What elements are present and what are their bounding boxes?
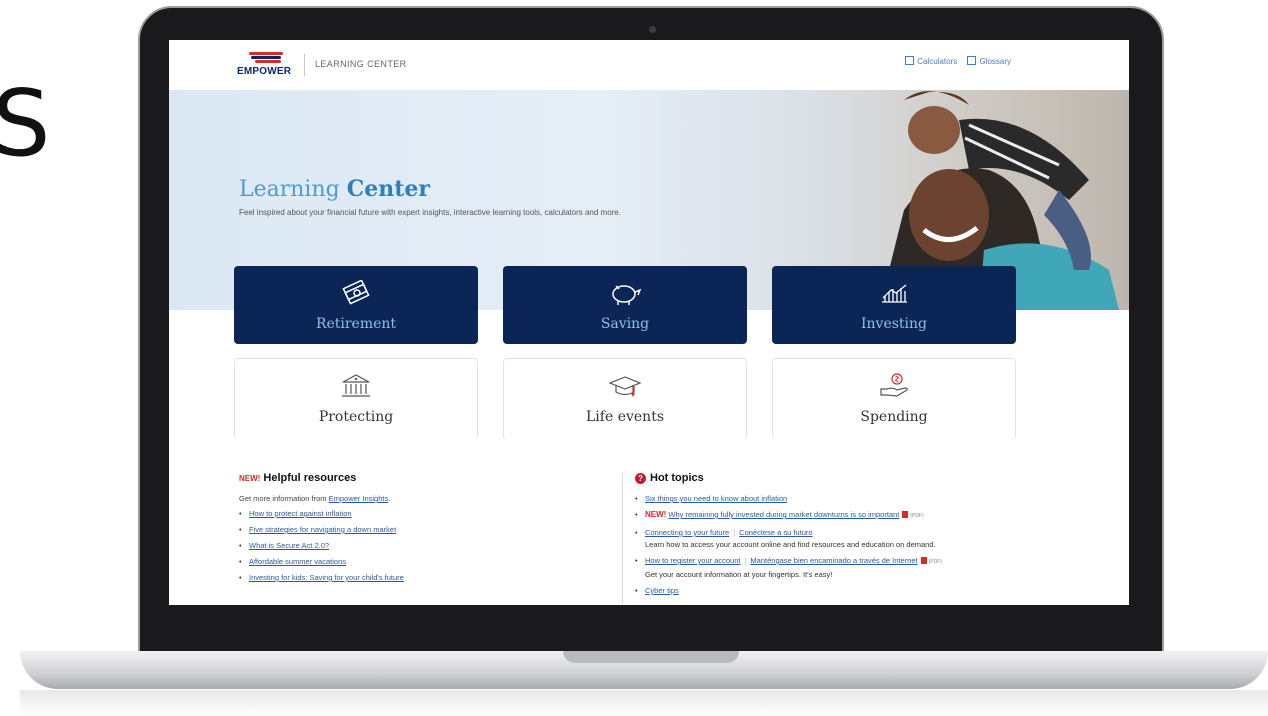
summer-vacations-link[interactable]: Affordable summer vacations [249, 557, 346, 566]
tile-label: Spending [860, 409, 928, 425]
tile-label: Retirement [315, 316, 397, 332]
empower-logo[interactable]: EMPOWER [237, 52, 295, 78]
fully-invested-link[interactable]: Why remaining fully invested during mark… [668, 510, 899, 519]
tile-life-events[interactable]: Life events [503, 358, 747, 440]
list-item: NEW! Why remaining fully invested during… [635, 510, 1055, 521]
laptop-notch [563, 651, 739, 663]
piggy-bank-icon [612, 285, 642, 305]
mantengase-link[interactable]: Manténgase bien encaminado a través de I… [750, 556, 917, 565]
list-item: How to register your account|Manténgase … [635, 556, 1055, 579]
list-item: What is Secure Act 2.0? [239, 541, 619, 550]
graduation-cap-icon [608, 376, 642, 397]
inflation-facts-link[interactable]: Six things you need to know about inflat… [645, 494, 787, 503]
empower-insights-link[interactable]: Empower Insights [329, 494, 389, 503]
list-item: Affordable summer vacations [239, 557, 619, 566]
laptop-reflection [20, 690, 1268, 716]
brand-name: EMPOWER [237, 66, 292, 77]
list-item: Cyber tips [635, 586, 1055, 595]
helpful-intro: Get more information from Empower Insigh… [239, 494, 391, 503]
flag-icon [247, 52, 283, 66]
question-icon: ? [635, 473, 646, 484]
bar-chart-icon [882, 284, 907, 303]
camera-icon [649, 26, 656, 33]
bank-building-icon [342, 374, 370, 397]
cyber-tips-link[interactable]: Cyber tips [645, 586, 679, 595]
calculators-link[interactable]: Calculators [905, 56, 957, 66]
item-description: Get your account information at your fin… [645, 570, 833, 579]
pdf-icon [902, 511, 909, 518]
tile-retirement[interactable]: Retirement [234, 266, 478, 344]
conectese-futuro-link[interactable]: Conéctese a su futuro [739, 528, 812, 537]
hot-topics: ?Hot topics Six things you need to know … [635, 472, 1055, 602]
new-badge: NEW! [645, 510, 667, 519]
tile-label: Investing [860, 316, 927, 332]
site-header: EMPOWER LEARNING CENTER Calculators Glos… [169, 40, 1129, 90]
tile-label: Life events [586, 409, 664, 425]
helpful-resources-title: NEW! Helpful resources [239, 472, 357, 484]
tile-saving[interactable]: Saving [503, 266, 747, 344]
connecting-future-link[interactable]: Connecting to your future [645, 528, 729, 537]
register-account-link[interactable]: How to register your account [645, 556, 740, 565]
hot-topics-title: ? Hot topics [635, 472, 1055, 484]
column-divider [622, 472, 623, 605]
item-description: Learn how to access your account online … [645, 540, 936, 549]
book-icon [967, 56, 977, 65]
header-divider [304, 54, 305, 76]
tile-protecting[interactable]: Protecting [234, 358, 478, 440]
tile-label: Protecting [318, 409, 394, 425]
down-market-link[interactable]: Five strategies for navigating a down ma… [249, 525, 396, 534]
laptop-screen: EMPOWER LEARNING CENTER Calculators Glos… [169, 40, 1129, 605]
cropped-edge-letter: S [0, 70, 51, 177]
section-name: LEARNING CENTER [315, 59, 407, 69]
hand-coin-icon [880, 373, 908, 397]
list-item: Connecting to your future|Conéctese a su… [635, 528, 1055, 549]
helpful-list: How to protect against inflation Five st… [239, 509, 619, 582]
list-item: How to protect against inflation [239, 509, 619, 518]
secure-act-link[interactable]: What is Secure Act 2.0? [249, 541, 329, 550]
inflation-protection-link[interactable]: How to protect against inflation [249, 509, 352, 518]
hot-topics-list: Six things you need to know about inflat… [635, 494, 1055, 595]
money-stack-icon [342, 280, 370, 305]
hero-subtitle: Feel inspired about your financial futur… [239, 208, 621, 217]
tile-investing[interactable]: Investing [772, 266, 1016, 344]
header-links: Calculators Glossary [897, 56, 1011, 66]
glossary-link[interactable]: Glossary [967, 56, 1011, 66]
pdf-icon [920, 557, 927, 564]
list-item: Investing for kids: Saving for your chil… [239, 573, 619, 582]
page-title: Learning Center [239, 176, 430, 202]
tile-label: Saving [600, 316, 650, 332]
investing-for-kids-link[interactable]: Investing for kids: Saving for your chil… [249, 573, 404, 582]
list-item: Six things you need to know about inflat… [635, 494, 1055, 503]
tile-spending[interactable]: Spending [772, 358, 1016, 440]
helpful-resources: NEW! Helpful resources Get more informat… [239, 472, 619, 589]
list-item: Five strategies for navigating a down ma… [239, 525, 619, 534]
calculator-icon [905, 56, 915, 65]
